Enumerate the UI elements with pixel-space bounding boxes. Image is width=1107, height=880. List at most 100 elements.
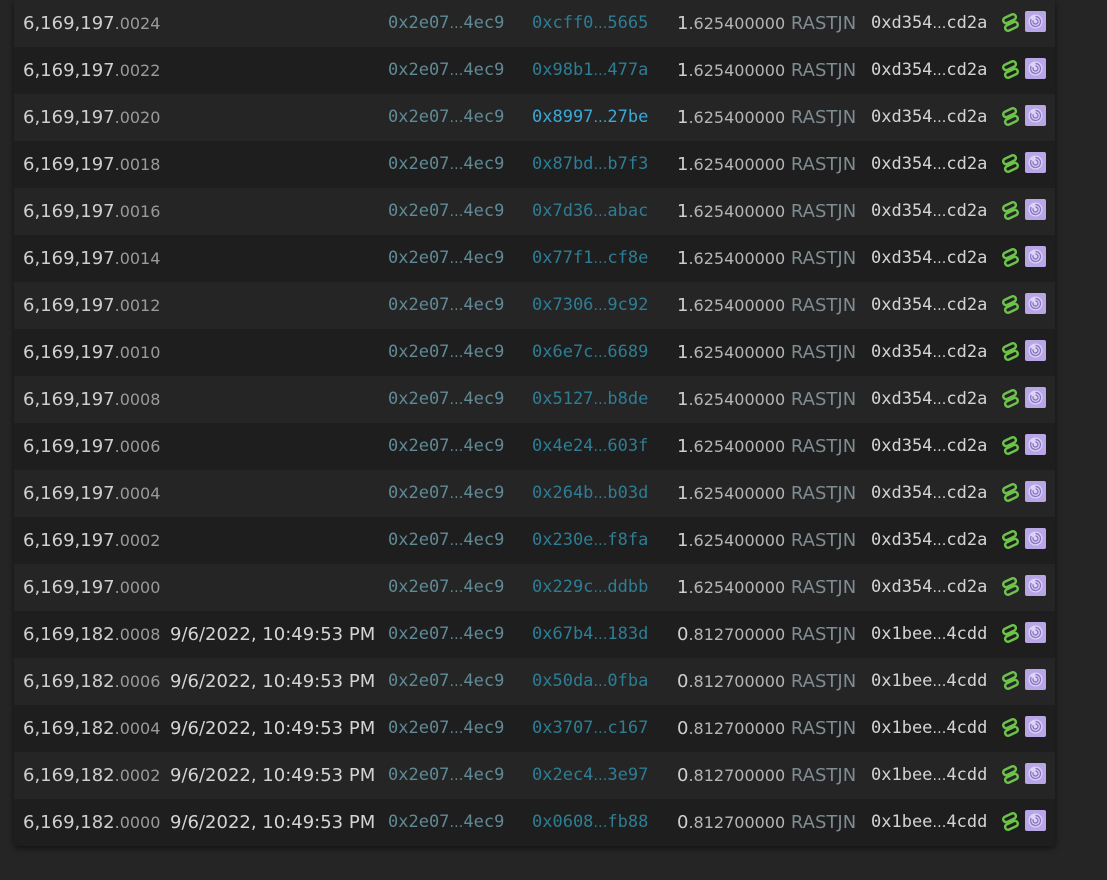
chain-link-icon[interactable] [1001, 436, 1020, 455]
owner-address-link[interactable]: 0xd354…cd2a [871, 235, 987, 283]
chain-link-icon[interactable] [1001, 389, 1020, 408]
to-address-link[interactable]: 0x77f1…cf8e [532, 235, 648, 283]
spiral-avatar-icon[interactable] [1025, 199, 1046, 220]
from-address-link[interactable]: 0x2e07…4ec9 [388, 376, 504, 424]
spiral-avatar-icon[interactable] [1025, 575, 1046, 596]
chain-link-icon[interactable] [1001, 718, 1020, 737]
chain-link-icon[interactable] [1001, 295, 1020, 314]
spiral-avatar-icon[interactable] [1025, 152, 1046, 173]
from-address-link[interactable]: 0x2e07…4ec9 [388, 141, 504, 189]
from-address-link[interactable]: 0x2e07…4ec9 [388, 329, 504, 377]
from-address-link[interactable]: 0x2e07…4ec9 [388, 611, 504, 659]
to-address-link[interactable]: 0x7d36…abac [532, 188, 648, 236]
chain-link-icon[interactable] [1001, 342, 1020, 361]
chain-link-icon[interactable] [1001, 671, 1020, 690]
chain-link-icon[interactable] [1001, 154, 1020, 173]
chain-link-icon[interactable] [1001, 624, 1020, 643]
token-symbol[interactable]: RASTJN [791, 671, 856, 692]
token-symbol[interactable]: RASTJN [791, 248, 856, 269]
owner-address-link[interactable]: 0xd354…cd2a [871, 282, 987, 330]
chain-link-icon[interactable] [1001, 248, 1020, 267]
token-symbol[interactable]: RASTJN [791, 624, 856, 645]
token-symbol[interactable]: RASTJN [791, 436, 856, 457]
token-symbol[interactable]: RASTJN [791, 483, 856, 504]
token-symbol[interactable]: RASTJN [791, 765, 856, 786]
spiral-avatar-icon[interactable] [1025, 340, 1046, 361]
from-address-link[interactable]: 0x2e07…4ec9 [388, 752, 504, 800]
to-address-link[interactable]: 0x7306…9c92 [532, 282, 648, 330]
from-address-link[interactable]: 0x2e07…4ec9 [388, 94, 504, 142]
token-symbol[interactable]: RASTJN [791, 295, 856, 316]
owner-address-link[interactable]: 0xd354…cd2a [871, 376, 987, 424]
owner-address-link[interactable]: 0x1bee…4cdd [871, 799, 987, 846]
to-address-link[interactable]: 0x4e24…603f [532, 423, 648, 471]
from-address-link[interactable]: 0x2e07…4ec9 [388, 423, 504, 471]
from-address-link[interactable]: 0x2e07…4ec9 [388, 188, 504, 236]
spiral-avatar-icon[interactable] [1025, 481, 1046, 502]
owner-address-link[interactable]: 0x1bee…4cdd [871, 752, 987, 800]
chain-link-icon[interactable] [1001, 483, 1020, 502]
from-address-link[interactable]: 0x2e07…4ec9 [388, 235, 504, 283]
to-address-link[interactable]: 0x229c…ddbb [532, 564, 648, 612]
chain-link-icon[interactable] [1001, 13, 1020, 32]
spiral-avatar-icon[interactable] [1025, 434, 1046, 455]
from-address-link[interactable]: 0x2e07…4ec9 [388, 470, 504, 518]
from-address-link[interactable]: 0x2e07…4ec9 [388, 799, 504, 846]
from-address-link[interactable]: 0x2e07…4ec9 [388, 705, 504, 753]
spiral-avatar-icon[interactable] [1025, 763, 1046, 784]
spiral-avatar-icon[interactable] [1025, 387, 1046, 408]
to-address-link[interactable]: 0x67b4…183d [532, 611, 648, 659]
to-address-link[interactable]: 0x87bd…b7f3 [532, 141, 648, 189]
chain-link-icon[interactable] [1001, 530, 1020, 549]
to-address-link[interactable]: 0x5127…b8de [532, 376, 648, 424]
owner-address-link[interactable]: 0xd354…cd2a [871, 0, 987, 48]
chain-link-icon[interactable] [1001, 201, 1020, 220]
spiral-avatar-icon[interactable] [1025, 105, 1046, 126]
token-symbol[interactable]: RASTJN [791, 154, 856, 175]
to-address-link[interactable]: 0x264b…b03d [532, 470, 648, 518]
token-symbol[interactable]: RASTJN [791, 201, 856, 222]
chain-link-icon[interactable] [1001, 60, 1020, 79]
owner-address-link[interactable]: 0xd354…cd2a [871, 94, 987, 142]
token-symbol[interactable]: RASTJN [791, 13, 856, 34]
chain-link-icon[interactable] [1001, 812, 1020, 831]
to-address-link[interactable]: 0x230e…f8fa [532, 517, 648, 565]
to-address-link[interactable]: 0x98b1…477a [532, 47, 648, 95]
from-address-link[interactable]: 0x2e07…4ec9 [388, 517, 504, 565]
chain-link-icon[interactable] [1001, 765, 1020, 784]
spiral-avatar-icon[interactable] [1025, 622, 1046, 643]
token-symbol[interactable]: RASTJN [791, 389, 856, 410]
token-symbol[interactable]: RASTJN [791, 530, 856, 551]
chain-link-icon[interactable] [1001, 107, 1020, 126]
owner-address-link[interactable]: 0xd354…cd2a [871, 188, 987, 236]
owner-address-link[interactable]: 0x1bee…4cdd [871, 705, 987, 753]
spiral-avatar-icon[interactable] [1025, 528, 1046, 549]
owner-address-link[interactable]: 0xd354…cd2a [871, 517, 987, 565]
spiral-avatar-icon[interactable] [1025, 246, 1046, 267]
spiral-avatar-icon[interactable] [1025, 293, 1046, 314]
to-address-link[interactable]: 0xcff0…5665 [532, 0, 648, 48]
to-address-link[interactable]: 0x2ec4…3e97 [532, 752, 648, 800]
token-symbol[interactable]: RASTJN [791, 342, 856, 363]
token-symbol[interactable]: RASTJN [791, 718, 856, 739]
from-address-link[interactable]: 0x2e07…4ec9 [388, 282, 504, 330]
token-symbol[interactable]: RASTJN [791, 107, 856, 128]
to-address-link[interactable]: 0x8997…27be [532, 94, 648, 142]
to-address-link[interactable]: 0x3707…c167 [532, 705, 648, 753]
owner-address-link[interactable]: 0x1bee…4cdd [871, 658, 987, 706]
from-address-link[interactable]: 0x2e07…4ec9 [388, 564, 504, 612]
to-address-link[interactable]: 0x50da…0fba [532, 658, 648, 706]
token-symbol[interactable]: RASTJN [791, 60, 856, 81]
spiral-avatar-icon[interactable] [1025, 810, 1046, 831]
chain-link-icon[interactable] [1001, 577, 1020, 596]
owner-address-link[interactable]: 0xd354…cd2a [871, 470, 987, 518]
to-address-link[interactable]: 0x0608…fb88 [532, 799, 648, 846]
owner-address-link[interactable]: 0x1bee…4cdd [871, 611, 987, 659]
from-address-link[interactable]: 0x2e07…4ec9 [388, 658, 504, 706]
owner-address-link[interactable]: 0xd354…cd2a [871, 47, 987, 95]
from-address-link[interactable]: 0x2e07…4ec9 [388, 0, 504, 48]
spiral-avatar-icon[interactable] [1025, 11, 1046, 32]
from-address-link[interactable]: 0x2e07…4ec9 [388, 47, 504, 95]
owner-address-link[interactable]: 0xd354…cd2a [871, 564, 987, 612]
owner-address-link[interactable]: 0xd354…cd2a [871, 329, 987, 377]
